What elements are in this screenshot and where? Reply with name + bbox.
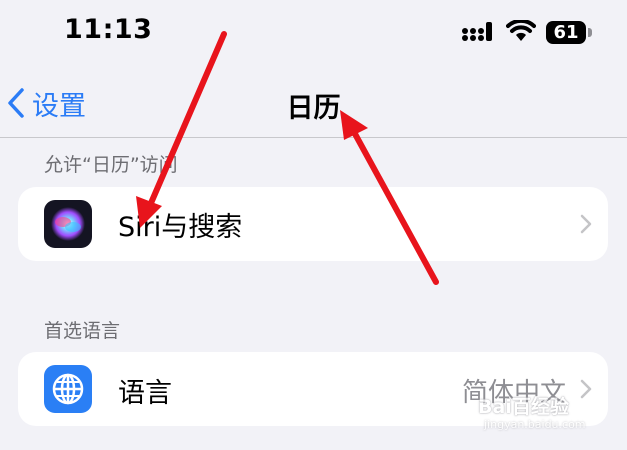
signal-icon bbox=[462, 22, 492, 41]
watermark-brand: Bai百经验 bbox=[478, 396, 569, 418]
globe-icon bbox=[44, 365, 92, 413]
status-time: 11:13 bbox=[64, 14, 153, 45]
chevron-right-icon bbox=[580, 214, 592, 234]
watermark-url: jingyan.baidu.com bbox=[484, 418, 586, 431]
watermark: Bai百经验 jingyan.baidu.com bbox=[478, 392, 604, 438]
battery-level: 61 bbox=[553, 22, 579, 43]
language-label: 语言 bbox=[118, 378, 172, 409]
siri-icon bbox=[44, 200, 92, 248]
page-title: 日历 bbox=[286, 93, 341, 124]
siri-search-label: Siri与搜索 bbox=[118, 212, 243, 243]
siri-search-row[interactable]: Siri与搜索 bbox=[18, 187, 608, 261]
status-bar: 11:13 61 bbox=[0, 0, 627, 66]
section-header-preferred-language: 首选语言 bbox=[44, 320, 121, 342]
navigation-bar: 设置 日历 bbox=[0, 66, 627, 138]
battery-icon: 61 bbox=[546, 21, 592, 44]
section-header-allow-access: 允许“日历”访问 bbox=[44, 154, 178, 176]
wifi-icon bbox=[506, 20, 536, 41]
